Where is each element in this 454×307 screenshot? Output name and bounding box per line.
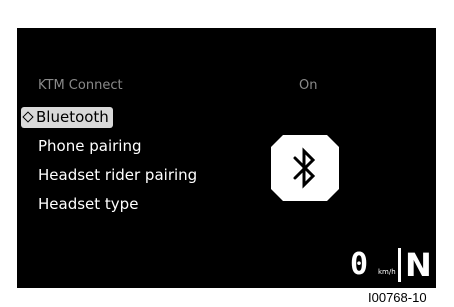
- menu-item-headset-type[interactable]: Headset type: [38, 195, 138, 213]
- status-divider: [398, 248, 401, 282]
- menu-header-label: KTM Connect: [38, 78, 123, 93]
- speed-unit: km/h: [378, 268, 396, 276]
- menu-item-bluetooth[interactable]: Bluetooth: [21, 107, 113, 128]
- bluetooth-icon: [271, 135, 339, 201]
- menu-item-phone-pairing[interactable]: Phone pairing: [38, 137, 141, 155]
- figure-frame: KTM Connect On Bluetooth Phone pairing H…: [0, 0, 454, 307]
- menu-item-label: Bluetooth: [36, 108, 109, 126]
- menu-item-headset-rider-pairing[interactable]: Headset rider pairing: [38, 166, 197, 184]
- gear-indicator: N: [405, 246, 432, 284]
- dashboard-screen: KTM Connect On Bluetooth Phone pairing H…: [17, 28, 436, 288]
- menu-header-status: On: [299, 78, 318, 93]
- diamond-icon: [22, 110, 34, 123]
- speed-value: 0: [350, 247, 369, 282]
- figure-id: I00768-10: [368, 290, 427, 305]
